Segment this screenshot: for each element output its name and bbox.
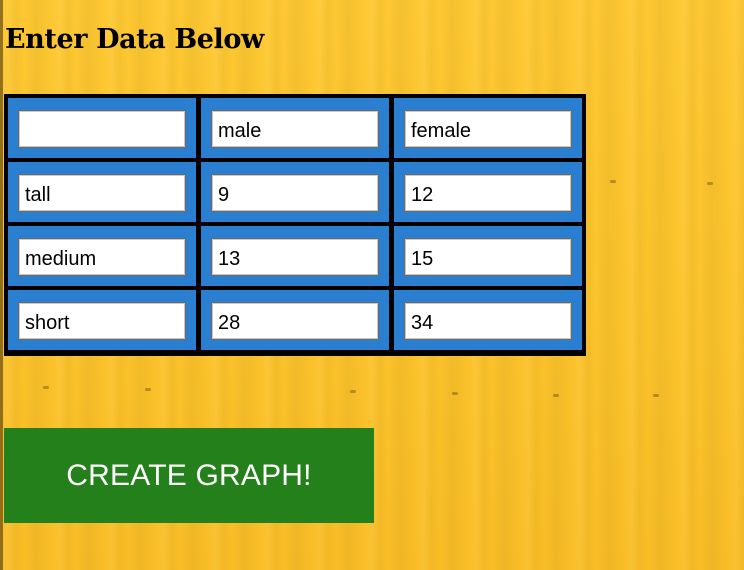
table-cell — [394, 162, 582, 222]
background-mark — [553, 394, 559, 397]
data-entry-table — [4, 94, 586, 356]
background-mark — [452, 392, 458, 395]
value-input[interactable] — [211, 302, 379, 340]
row-header-input[interactable] — [18, 174, 186, 212]
value-input[interactable] — [404, 238, 572, 276]
background-mark — [653, 394, 659, 397]
value-input[interactable] — [211, 238, 379, 276]
table-cell — [8, 226, 196, 286]
value-input[interactable] — [211, 174, 379, 212]
page-title: Enter Data Below — [5, 24, 264, 55]
row-header-input[interactable] — [18, 302, 186, 340]
table-cell — [8, 98, 196, 158]
table-cell — [201, 98, 389, 158]
cell-input-corner[interactable] — [18, 110, 186, 148]
background-mark — [145, 388, 151, 391]
background-mark — [707, 182, 713, 185]
table-cell — [201, 290, 389, 350]
value-input[interactable] — [404, 174, 572, 212]
table-cell — [201, 226, 389, 286]
table-cell — [394, 290, 582, 350]
table-cell — [8, 290, 196, 350]
table-cell — [394, 98, 582, 158]
value-input[interactable] — [404, 302, 572, 340]
table-cell — [8, 162, 196, 222]
column-header-input[interactable] — [211, 110, 379, 148]
table-cell — [201, 162, 389, 222]
column-header-input[interactable] — [404, 110, 572, 148]
page-edge — [0, 0, 3, 570]
background-mark — [610, 180, 616, 183]
table-cell — [394, 226, 582, 286]
background-mark — [43, 386, 49, 389]
background-mark — [350, 390, 356, 393]
row-header-input[interactable] — [18, 238, 186, 276]
create-graph-button[interactable]: CREATE GRAPH! — [4, 428, 374, 523]
